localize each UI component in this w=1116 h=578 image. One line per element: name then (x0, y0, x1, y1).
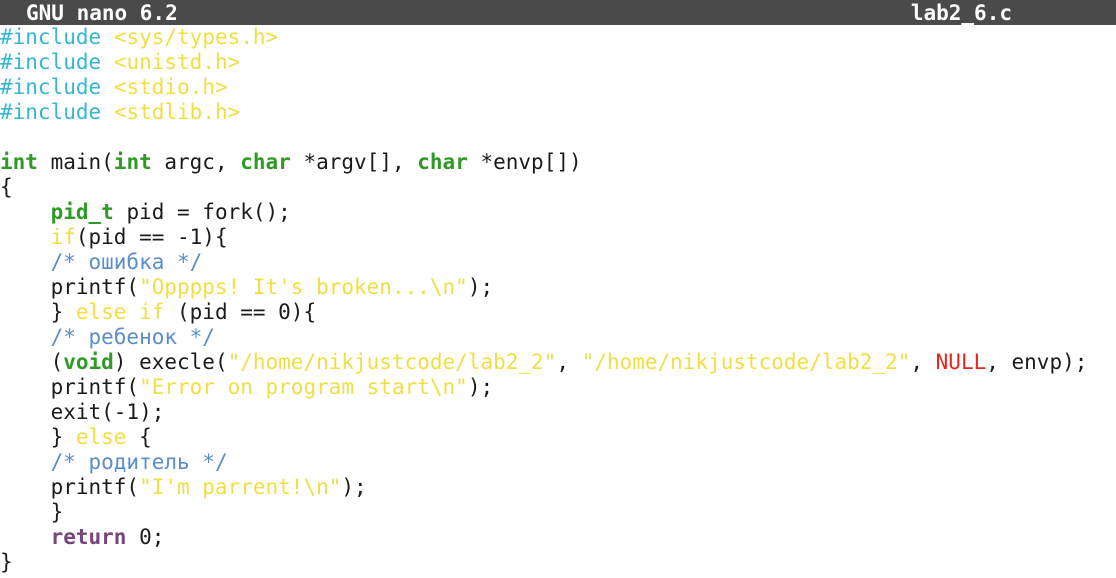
code-token: char (417, 150, 468, 174)
code-token: NULL (935, 350, 987, 374)
code-token: } (0, 550, 13, 574)
code-line[interactable]: #include <stdlib.h> (0, 100, 1116, 125)
code-token: "/home/nikjustcode/lab2_2" (581, 350, 911, 374)
code-token: main( (37, 150, 114, 174)
code-token: *argv[], (290, 150, 418, 174)
code-line[interactable]: exit(-1); (0, 400, 1116, 425)
code-token: , (910, 350, 936, 374)
code-line[interactable]: /* ошибка */ (0, 250, 1116, 275)
code-token: printf( (0, 375, 140, 399)
code-token: <unistd.h> (113, 50, 241, 74)
code-line[interactable] (0, 125, 1116, 150)
app-name: GNU nano 6.2 (26, 1, 178, 25)
code-token: <sys/types.h> (113, 25, 279, 49)
code-token: , (556, 350, 582, 374)
code-token: int (113, 150, 152, 174)
title-bar: GNU nano 6.2 lab2_6.c (0, 0, 1116, 25)
code-token: #include (0, 50, 102, 74)
code-token: "/home/nikjustcode/lab2_2" (227, 350, 557, 374)
code-token: printf( (0, 475, 140, 499)
code-line[interactable]: } else { (0, 425, 1116, 450)
code-token: /* родитель */ (50, 450, 228, 474)
code-line[interactable]: printf("Opppps! It's broken...\n"); (0, 275, 1116, 300)
code-line[interactable]: pid_t pid = fork(); (0, 200, 1116, 225)
code-line[interactable]: /* родитель */ (0, 450, 1116, 475)
code-token: <stdio.h> (113, 75, 228, 99)
code-line[interactable]: printf("I'm parrent!\n"); (0, 475, 1116, 500)
code-token: char (240, 150, 291, 174)
code-token: } (0, 425, 76, 449)
code-line[interactable]: #include <unistd.h> (0, 50, 1116, 75)
code-line[interactable]: printf("Error on program start\n"); (0, 375, 1116, 400)
code-token: exit(-1); (0, 400, 165, 424)
code-token: /* ребенок */ (50, 325, 215, 349)
code-token: } (0, 300, 76, 324)
editor-buffer[interactable]: #include <sys/types.h> #include <unistd.h… (0, 25, 1116, 575)
code-token: void (63, 350, 114, 374)
code-token: ( (0, 350, 64, 374)
code-token: <stdlib.h> (113, 100, 241, 124)
code-token: #include (0, 100, 102, 124)
code-token: /* ошибка */ (50, 250, 203, 274)
code-token: else if (75, 300, 165, 324)
code-token: ); (467, 275, 494, 299)
file-name: lab2_6.c (910, 1, 1012, 25)
code-line[interactable]: } else if (pid == 0){ (0, 300, 1116, 325)
code-token: "Error on program start\n" (139, 375, 468, 399)
code-token: , envp); (986, 350, 1088, 374)
code-token: #include (0, 75, 102, 99)
code-token: ); (341, 475, 367, 499)
code-line[interactable]: int main(int argc, char *argv[], char *e… (0, 150, 1116, 175)
code-token: } (0, 500, 64, 524)
code-token: pid = fork(); (113, 200, 291, 224)
code-token: { (126, 425, 152, 449)
code-token: argc, (151, 150, 241, 174)
code-token: (pid == -1){ (75, 225, 228, 249)
code-token: ) execle( (113, 350, 228, 374)
code-token: if (50, 225, 76, 249)
code-line[interactable]: (void) execle("/home/nikjustcode/lab2_2"… (0, 350, 1116, 375)
code-token: { (0, 175, 13, 199)
code-token: 0; (126, 525, 165, 549)
code-line[interactable]: #include <sys/types.h> (0, 25, 1116, 50)
code-token: *envp[]) (467, 150, 582, 174)
code-token: "I'm parrent!\n" (139, 475, 342, 499)
code-token: #include (0, 25, 102, 49)
code-token: int (0, 150, 38, 174)
code-token: else (75, 425, 127, 449)
code-line[interactable]: { (0, 175, 1116, 200)
code-line[interactable]: } (0, 500, 1116, 525)
code-line[interactable]: } (0, 550, 1116, 575)
code-token: ); (467, 375, 494, 399)
code-line[interactable]: #include <stdio.h> (0, 75, 1116, 100)
code-token: (pid == 0){ (164, 300, 317, 324)
code-token: printf( (0, 275, 140, 299)
code-line[interactable]: return 0; (0, 525, 1116, 550)
code-token: pid_t (50, 200, 114, 224)
code-token: "Opppps! It's broken...\n" (139, 275, 468, 299)
code-token: return (50, 525, 127, 549)
code-line[interactable]: if(pid == -1){ (0, 225, 1116, 250)
code-line[interactable]: /* ребенок */ (0, 325, 1116, 350)
